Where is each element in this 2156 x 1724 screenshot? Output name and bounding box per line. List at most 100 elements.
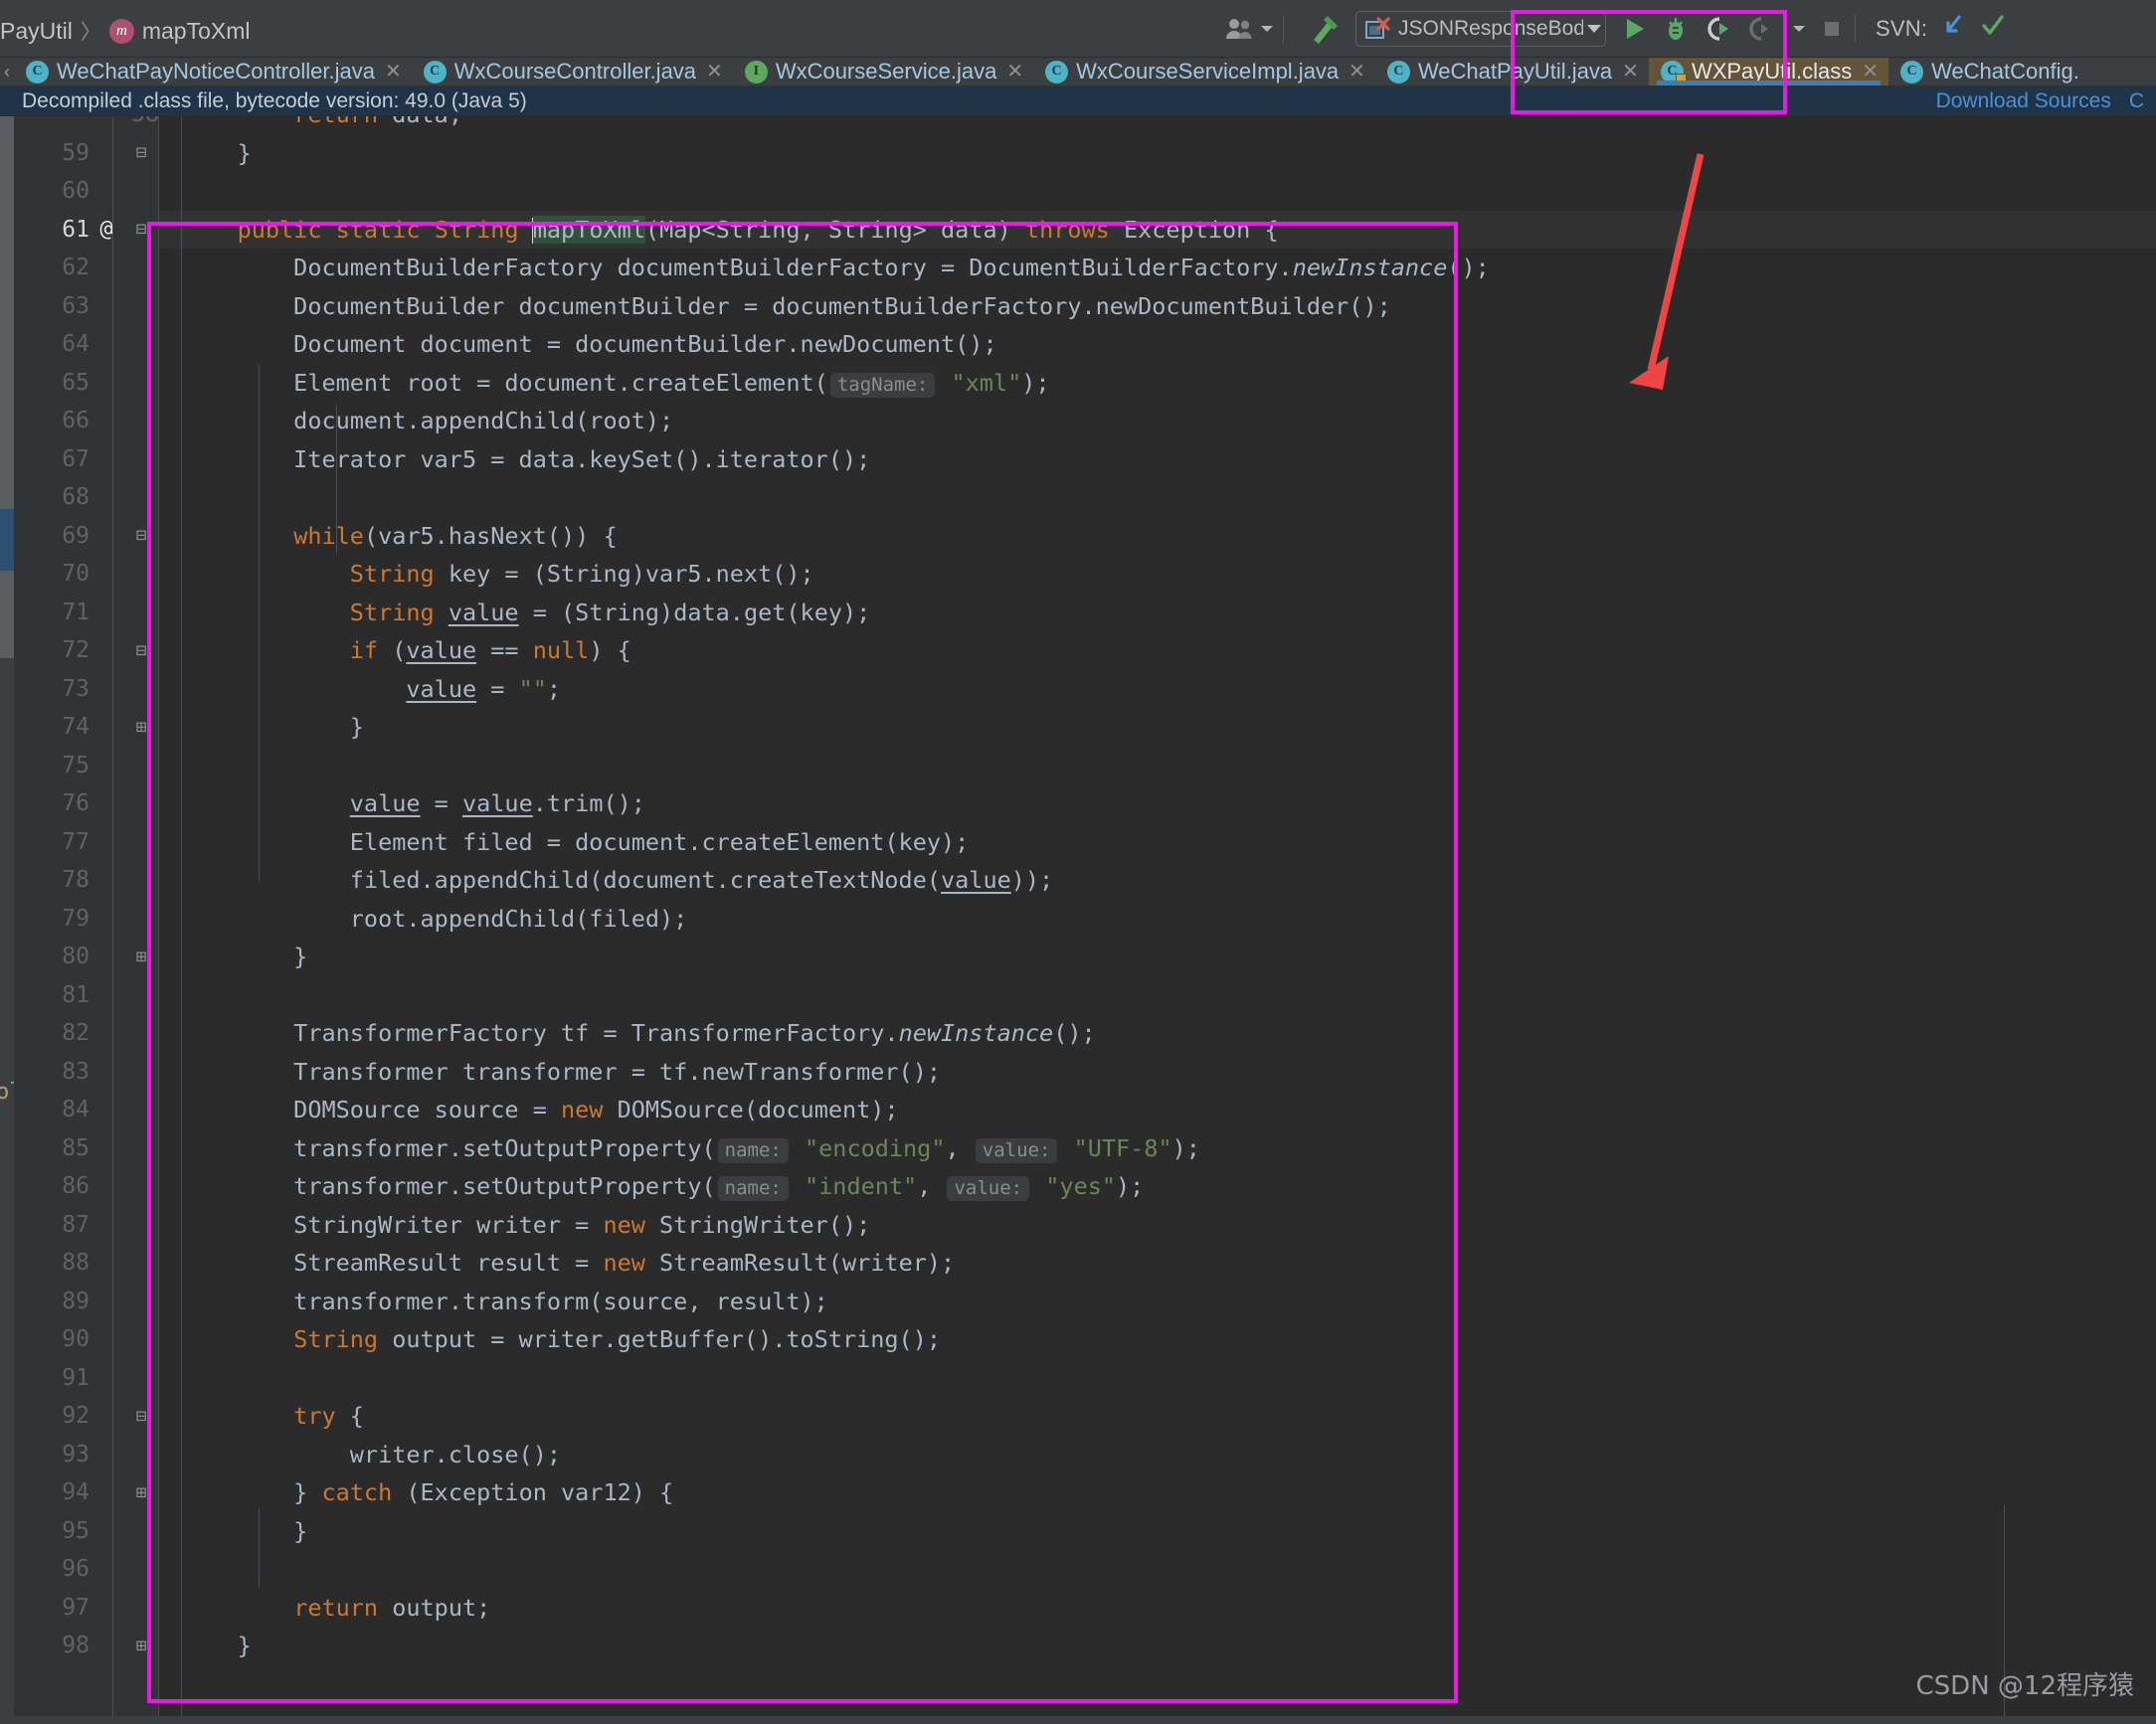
code-line[interactable] (159, 747, 2156, 785)
update-arrow-icon[interactable] (1939, 12, 1967, 45)
debug-button[interactable] (1662, 15, 1690, 43)
code-line[interactable]: value = value.trim(); (159, 784, 2156, 823)
code-line[interactable]: } (159, 1512, 2156, 1551)
code-line[interactable]: DocumentBuilder documentBuilder = docume… (159, 287, 2156, 326)
editor-tab-label: WeChatConfig. (1931, 59, 2079, 84)
code-line[interactable] (159, 1359, 2156, 1398)
code-line[interactable]: value = ""; (159, 670, 2156, 709)
commit-check-icon[interactable] (1979, 12, 2007, 45)
code-line[interactable]: return output; (159, 1589, 2156, 1628)
code-line[interactable]: if (value == null) { (159, 631, 2156, 670)
gutter-line: 90 (14, 1320, 159, 1359)
run-configuration-selector[interactable]: JSONResponseBodyAdvice (1355, 10, 1606, 47)
gutter-line: 74 ⊞ (14, 708, 159, 747)
tab-scroll-left-icon[interactable]: ‹ (0, 58, 14, 86)
run-button[interactable] (1620, 15, 1648, 43)
code-line[interactable]: StringWriter writer = new StringWriter()… (159, 1206, 2156, 1245)
close-icon[interactable]: ✕ (706, 62, 723, 82)
code-line[interactable]: transformer.setOutputProperty(name: "ind… (159, 1167, 2156, 1206)
close-icon[interactable]: ✕ (1006, 62, 1023, 82)
code-editor[interactable]: oll 5859⊟6061@⊟6263646566676869⊟707172⊟7… (0, 116, 2156, 1724)
code-line[interactable] (159, 172, 2156, 211)
annotation-marker: @ (99, 217, 113, 243)
code-line[interactable]: Element filed = document.createElement(k… (159, 823, 2156, 862)
code-fold-icon[interactable]: ⊟ (123, 525, 159, 546)
code-line[interactable]: } catch (Exception var12) { (159, 1473, 2156, 1512)
breadcrumb-class[interactable]: PayUtil (0, 18, 73, 45)
code-content[interactable]: return data; } public static String mapT… (159, 116, 2156, 1724)
download-sources-link[interactable]: Download Sources (1936, 89, 2111, 113)
editor-tab-wechatpaynoticecontroller-java[interactable]: C WeChatPayNoticeController.java ✕ (14, 58, 412, 86)
code-line[interactable]: } (159, 1627, 2156, 1665)
code-line[interactable]: root.appendChild(filed); (159, 900, 2156, 939)
gutter-line: 85 (14, 1129, 159, 1168)
code-line[interactable]: DOMSource source = new DOMSource(documen… (159, 1091, 2156, 1129)
editor-tab-wxcoursecontroller-java[interactable]: C WxCourseController.java ✕ (412, 58, 733, 86)
code-fold-icon[interactable]: ⊟ (123, 142, 159, 163)
gutter-line: 70 (14, 555, 159, 594)
code-line[interactable]: writer.close(); (159, 1436, 2156, 1474)
code-fold-icon[interactable]: ⊟ (123, 1406, 159, 1427)
editor-tab-wxcourseservice-java[interactable]: I WxCourseService.java ✕ (733, 58, 1033, 86)
line-number: 83 (62, 1058, 90, 1085)
code-line[interactable] (159, 1550, 2156, 1589)
close-icon[interactable]: ✕ (1862, 62, 1879, 82)
close-icon[interactable]: ✕ (1622, 62, 1639, 82)
code-line[interactable]: Iterator var5 = data.keySet().iterator()… (159, 440, 2156, 479)
code-line[interactable]: document.appendChild(root); (159, 402, 2156, 440)
code-line[interactable]: String output = writer.getBuffer().toStr… (159, 1320, 2156, 1359)
code-line[interactable]: } (159, 134, 2156, 173)
notification-message: Decompiled .class file, bytecode version… (22, 88, 527, 112)
breadcrumb-method[interactable]: mapToXml (142, 18, 251, 45)
notification-extra-link[interactable]: C (2129, 89, 2144, 113)
code-line[interactable]: transformer.setOutputProperty(name: "enc… (159, 1129, 2156, 1168)
code-fold-icon[interactable]: ⊞ (123, 717, 159, 738)
line-number: 81 (62, 981, 90, 1008)
code-line[interactable]: String key = (String)var5.next(); (159, 555, 2156, 594)
code-line[interactable]: while(var5.hasNext()) { (159, 517, 2156, 556)
editor-tab-wxcourseserviceimpl-java[interactable]: C WxCourseServiceImpl.java ✕ (1033, 58, 1375, 86)
left-scrollbar-thumb[interactable] (0, 116, 14, 658)
editor-tab-wechatpayutil-java[interactable]: C WeChatPayUtil.java ✕ (1375, 58, 1649, 86)
code-fold-icon[interactable]: ⊞ (123, 1636, 159, 1656)
stop-button[interactable] (1819, 16, 1845, 42)
code-fold-icon[interactable]: ⊞ (123, 1482, 159, 1503)
code-line[interactable]: StreamResult result = new StreamResult(w… (159, 1244, 2156, 1283)
close-icon[interactable]: ✕ (1348, 62, 1365, 82)
code-fold-icon[interactable]: ⊞ (123, 947, 159, 967)
code-line[interactable]: String value = (String)data.get(key); (159, 594, 2156, 632)
code-line[interactable]: try { (159, 1397, 2156, 1436)
user-group-icon[interactable] (1225, 17, 1273, 41)
build-hammer-icon[interactable] (1308, 12, 1342, 46)
run-configuration-label: JSONResponseBodyAdvice (1398, 16, 1583, 40)
code-line[interactable]: Transformer transformer = tf.newTransfor… (159, 1053, 2156, 1092)
left-scrollbar-track[interactable] (0, 116, 14, 1724)
code-line[interactable]: DocumentBuilderFactory documentBuilderFa… (159, 249, 2156, 287)
more-actions-icon[interactable] (2019, 12, 2033, 45)
code-line[interactable]: transformer.transform(source, result); (159, 1283, 2156, 1321)
code-line[interactable]: Element root = document.createElement(ta… (159, 364, 2156, 403)
window-bottom-strip (0, 1716, 2156, 1724)
editor-tab-wechatconfig-[interactable]: C WeChatConfig. (1888, 58, 2089, 86)
chevron-down-icon[interactable] (1587, 24, 1601, 33)
profiler-button[interactable] (1745, 15, 1773, 43)
code-fold-icon[interactable]: ⊟ (123, 219, 159, 240)
run-coverage-button[interactable] (1704, 15, 1731, 43)
code-line[interactable]: } (159, 708, 2156, 747)
run-buttons-group (1620, 15, 1845, 43)
watermark: CSDN @12程序猿 (1915, 1671, 2134, 1701)
code-line[interactable]: public static String mapToXml(Map<String… (159, 210, 2156, 249)
code-line[interactable]: filed.appendChild(document.createTextNod… (159, 861, 2156, 900)
chevron-down-icon[interactable] (1793, 25, 1805, 32)
code-fold-icon[interactable]: ⊟ (123, 640, 159, 661)
editor-tab-wxpayutil-class[interactable]: C WXPayUtil.class ✕ (1648, 58, 1889, 86)
code-line[interactable] (159, 478, 2156, 517)
code-line[interactable] (159, 976, 2156, 1015)
editor-tab-label: WeChatPayUtil.java (1417, 59, 1613, 84)
code-line[interactable]: TransformerFactory tf = TransformerFacto… (159, 1014, 2156, 1053)
code-line[interactable]: return data; (159, 116, 2156, 134)
close-icon[interactable]: ✕ (385, 62, 402, 82)
code-line[interactable]: } (159, 938, 2156, 976)
line-number-gutter[interactable]: 58 59 ⊟ 60 61 @ ⊟ 62 63 64 65 66 67 68 69 ⊟ 70 71 72 ⊟ 73 74 ⊞… (14, 116, 159, 1724)
code-line[interactable]: Document document = documentBuilder.newD… (159, 325, 2156, 364)
